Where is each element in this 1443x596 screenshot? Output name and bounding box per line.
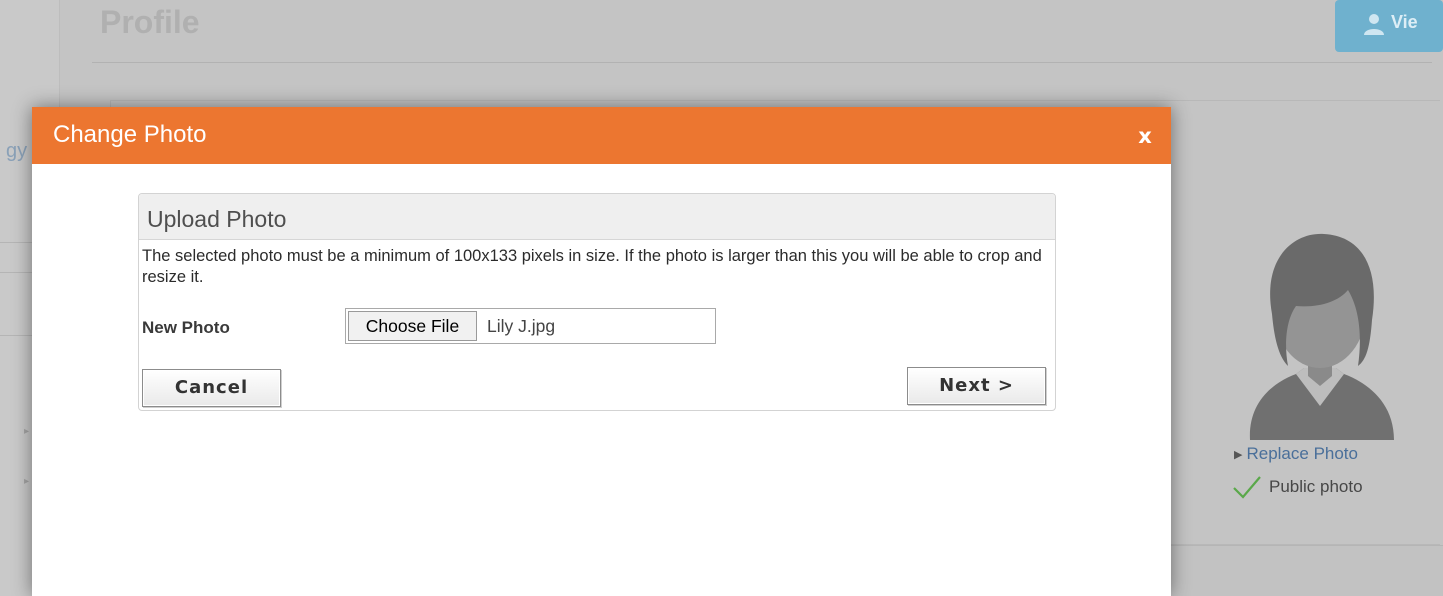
page-title: Profile xyxy=(100,4,200,40)
next-button[interactable]: Next > xyxy=(907,367,1046,405)
upload-photo-panel: Upload Photo The selected photo must be … xyxy=(138,193,1056,411)
new-photo-label: New Photo xyxy=(142,318,230,337)
change-photo-dialog: Change Photo x Upload Photo The selected… xyxy=(32,107,1171,596)
sidebar-text-fragment: gy xyxy=(6,140,28,162)
sidebar-arrow-icon: ▸ xyxy=(24,426,30,437)
view-profile-button[interactable]: Vie xyxy=(1335,0,1443,52)
public-photo-label: Public photo xyxy=(1269,477,1363,496)
file-input[interactable]: Choose File Lily J.jpg xyxy=(345,308,716,344)
view-profile-label: Vie xyxy=(1391,12,1418,32)
triangle-right-icon: ▶ xyxy=(1234,447,1243,461)
user-icon xyxy=(1364,14,1384,35)
sidebar-arrow-icon: ▸ xyxy=(24,476,30,487)
dialog-title: Change Photo xyxy=(53,121,207,148)
replace-photo-link[interactable]: Replace Photo xyxy=(1246,444,1358,464)
upload-panel-header: Upload Photo xyxy=(139,194,1055,240)
upload-instructions: The selected photo must be a minimum of … xyxy=(142,247,1042,286)
upload-panel-title: Upload Photo xyxy=(147,206,287,232)
dialog-header: Change Photo x xyxy=(32,107,1171,164)
profile-panel-footer xyxy=(1170,545,1443,596)
checkmark-icon xyxy=(1233,476,1261,499)
choose-file-button[interactable]: Choose File xyxy=(348,311,477,341)
close-icon[interactable]: x xyxy=(1134,124,1156,148)
replace-photo-row: ▶ Replace Photo xyxy=(1234,444,1358,464)
title-divider xyxy=(92,62,1432,63)
avatar-silhouette-icon xyxy=(1249,233,1394,440)
selected-file-name: Lily J.jpg xyxy=(487,316,556,336)
cancel-button[interactable]: Cancel xyxy=(142,369,281,407)
public-photo-row: Public photo xyxy=(1232,474,1363,500)
